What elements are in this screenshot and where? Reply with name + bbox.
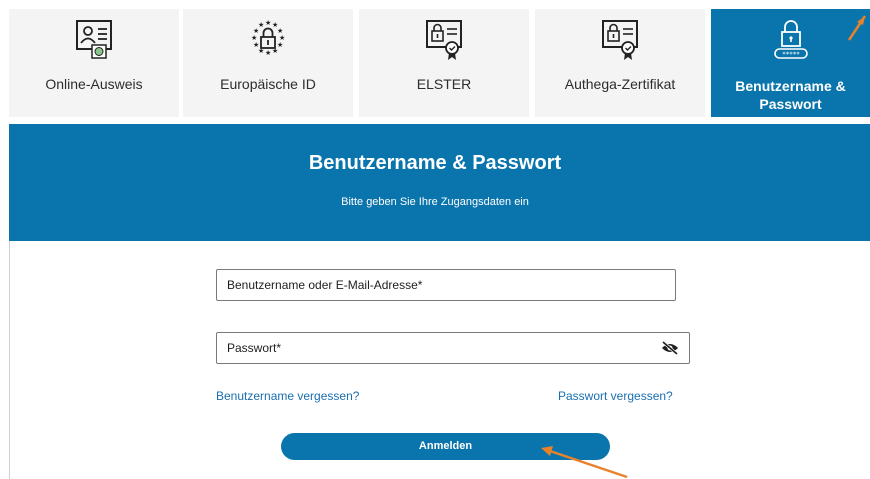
forgot-username-link[interactable]: Benutzername vergessen? <box>216 389 359 403</box>
svg-text:*****: ***** <box>782 51 800 59</box>
login-method-tabs: Online-Ausweis ★ ★ ★ ★ ★ ★ ★ ★ ★ ★ ★ ★ Europäisc… <box>9 9 870 117</box>
svg-text:★: ★ <box>265 49 271 57</box>
eu-lock-icon: ★ ★★ ★★★ ★★★ ★★★ <box>251 19 285 57</box>
username-placeholder: Benutzername oder E-Mail-Adresse* <box>227 278 423 292</box>
page-title: Benutzername & Passwort <box>308 152 562 174</box>
tab-label-line2: Passwort <box>759 96 822 112</box>
tab-authega-zertifikat[interactable]: Authega-Zertifikat <box>535 9 705 117</box>
tab-label: Online-Ausweis <box>45 76 143 92</box>
forgot-password-link[interactable]: Passwort vergessen? <box>558 389 673 403</box>
tab-elster[interactable]: ELSTER <box>359 9 529 117</box>
login-button[interactable]: Anmelden <box>281 433 610 460</box>
password-placeholder: Passwort* <box>227 341 282 355</box>
username-field[interactable]: Benutzername oder E-Mail-Adresse* <box>216 269 676 301</box>
tab-europaeische-id[interactable]: ★ ★ ★ ★ ★ ★ ★ ★ ★ ★ ★ ★ Europäische ID <box>183 9 353 117</box>
tab-label: Europäische ID <box>220 76 316 92</box>
svg-text:★: ★ <box>251 34 257 42</box>
tab-online-ausweis[interactable]: Online-Ausweis <box>9 9 179 117</box>
tab-label-line1: Benutzername & <box>735 78 846 94</box>
certificate-lock-icon <box>426 20 462 60</box>
login-header: Benutzername & Passwort Bitte geben Sie … <box>9 124 870 241</box>
id-card-icon <box>76 20 112 59</box>
svg-text:★: ★ <box>258 21 264 29</box>
svg-text:★: ★ <box>253 41 259 49</box>
page-subtitle: Bitte geben Sie Ihre Zugangsdaten ein <box>341 196 529 208</box>
password-field[interactable]: Passwort* <box>216 332 690 364</box>
tab-label: Authega-Zertifikat <box>564 76 676 92</box>
login-form: Benutzername oder E-Mail-Adresse* Passwo… <box>9 241 870 479</box>
tab-benutzername-passwort[interactable]: ***** Benutzername & Passwort <box>711 9 870 117</box>
certificate-lock-icon <box>602 20 638 60</box>
eye-slash-icon[interactable] <box>661 341 679 355</box>
svg-text:★: ★ <box>265 19 271 27</box>
tab-label: ELSTER <box>416 76 472 92</box>
lock-password-icon: ***** <box>773 20 808 59</box>
tab-label: Benutzername & Passwort <box>711 77 870 113</box>
